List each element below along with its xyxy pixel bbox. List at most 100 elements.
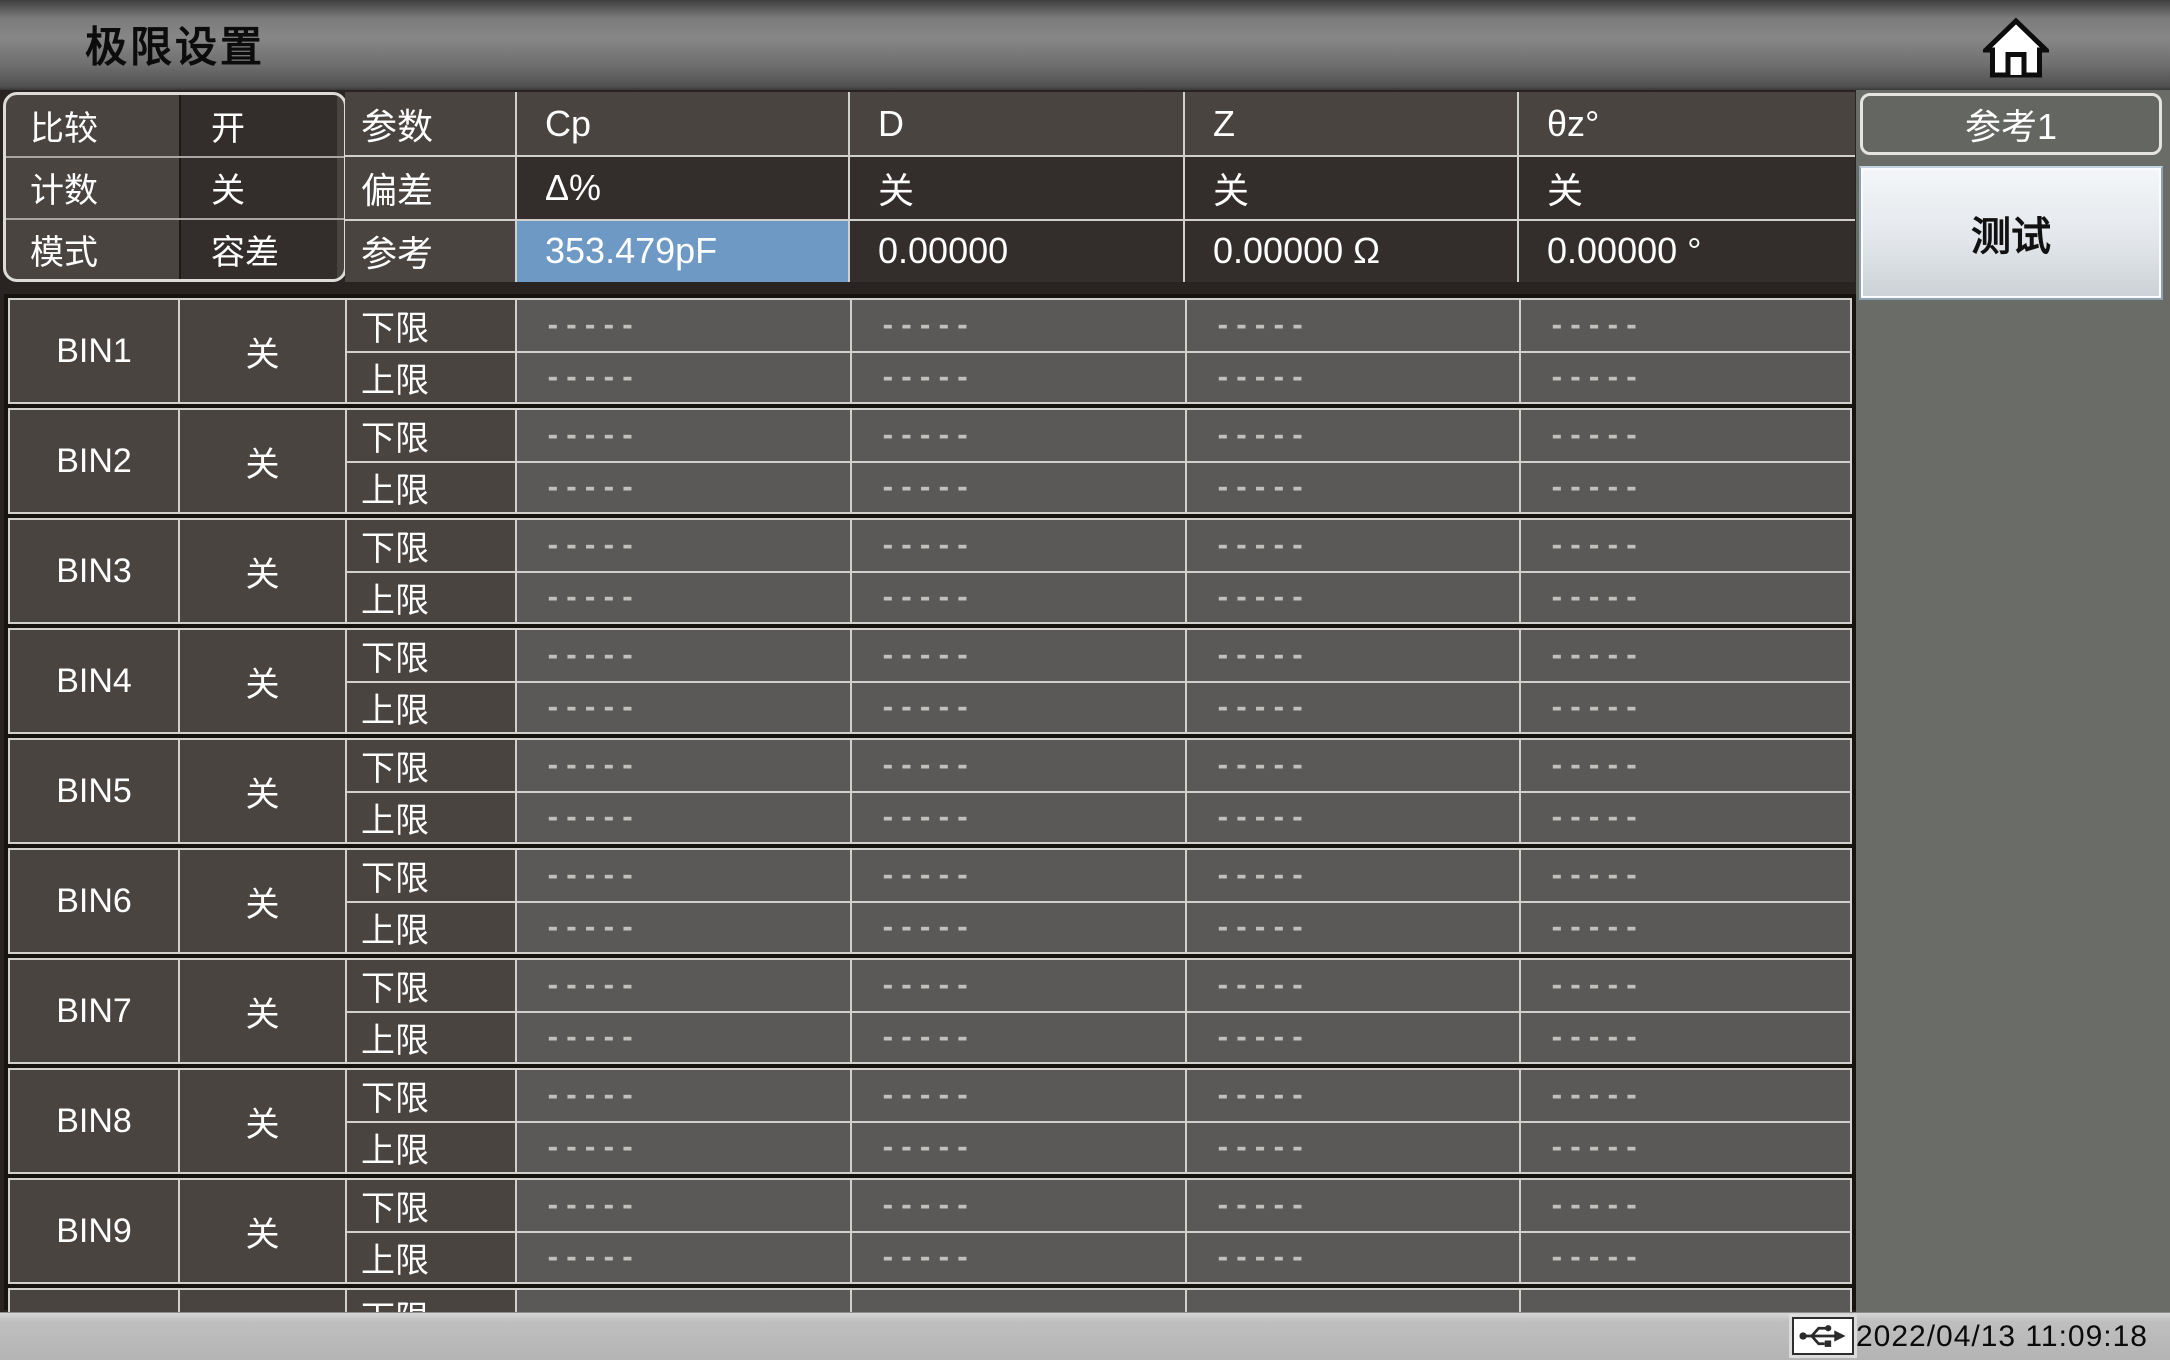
- bin-upper-theta-value[interactable]: -----: [1519, 681, 1850, 732]
- deviation-cell-z[interactable]: 关: [1183, 155, 1517, 219]
- bin-state[interactable]: 关: [178, 410, 345, 512]
- reference-cell-cp-selected[interactable]: 353.479pF: [515, 218, 848, 282]
- bin-upper-z-value[interactable]: -----: [1185, 571, 1519, 622]
- bin-lower-cp-value[interactable]: -----: [515, 300, 850, 351]
- bin-lower-cp-value[interactable]: -----: [515, 410, 850, 461]
- bin-lower-d-value[interactable]: -----: [850, 850, 1185, 901]
- bin-lower-cp-value[interactable]: -----: [515, 520, 850, 571]
- bin-upper-theta-value[interactable]: -----: [1519, 461, 1850, 512]
- bin-state[interactable]: 关: [178, 300, 345, 402]
- bin-lower-theta-value[interactable]: -----: [1519, 850, 1850, 901]
- bin-lower-z-value[interactable]: -----: [1185, 850, 1519, 901]
- mode-value[interactable]: 容差: [179, 219, 337, 279]
- bin-upper-cp-value[interactable]: -----: [515, 1011, 850, 1062]
- bin-lower-z-value[interactable]: -----: [1185, 1180, 1519, 1231]
- param-cell-z[interactable]: Z: [1183, 92, 1517, 156]
- count-value[interactable]: 关: [179, 158, 337, 218]
- bin-state[interactable]: 关: [178, 520, 345, 622]
- bin-upper-d-value[interactable]: -----: [850, 461, 1185, 512]
- bin-upper-d-value[interactable]: -----: [850, 1121, 1185, 1172]
- bin-lower-theta-value[interactable]: -----: [1519, 1180, 1850, 1231]
- param-cell-theta[interactable]: θz°: [1517, 92, 1855, 156]
- bin-state[interactable]: 关: [178, 850, 345, 952]
- bin-upper-theta-value[interactable]: -----: [1519, 1231, 1850, 1282]
- bin-upper-z-value[interactable]: -----: [1185, 1011, 1519, 1062]
- param-cell-cp[interactable]: Cp: [515, 92, 848, 156]
- reference-cell-d[interactable]: 0.00000: [848, 218, 1183, 282]
- bin-upper-z-value[interactable]: -----: [1185, 681, 1519, 732]
- bin-lower-z-value[interactable]: -----: [1185, 520, 1519, 571]
- bin-upper-z-value[interactable]: -----: [1185, 1231, 1519, 1282]
- bin-upper-z-value[interactable]: -----: [1185, 461, 1519, 512]
- bin-upper-cp-value[interactable]: -----: [515, 571, 850, 622]
- bin-lower-theta-value[interactable]: -----: [1519, 630, 1850, 681]
- bin-upper-d-value[interactable]: -----: [850, 351, 1185, 402]
- bin-lower-d-value[interactable]: -----: [850, 740, 1185, 791]
- bin-lower-cp-value[interactable]: -----: [515, 740, 850, 791]
- bin-upper-cp-value[interactable]: -----: [515, 901, 850, 952]
- bin-upper-d-value[interactable]: -----: [850, 571, 1185, 622]
- bin-lower-d-value[interactable]: -----: [850, 410, 1185, 461]
- bin-lower-theta-value[interactable]: -----: [1519, 300, 1850, 351]
- bin-upper-theta-value[interactable]: -----: [1519, 901, 1850, 952]
- bin-upper-z-value[interactable]: -----: [1185, 1121, 1519, 1172]
- bin-lower-cp-value[interactable]: -----: [515, 960, 850, 1011]
- bin-upper-z-value[interactable]: -----: [1185, 351, 1519, 402]
- bin-upper-theta-value[interactable]: -----: [1519, 791, 1850, 842]
- bin-lower-z-value[interactable]: -----: [1185, 960, 1519, 1011]
- bin-lower-cp-value[interactable]: -----: [515, 1070, 850, 1121]
- bin-lower-theta-value[interactable]: -----: [1519, 960, 1850, 1011]
- bin-lower-d-value[interactable]: -----: [850, 630, 1185, 681]
- bin-upper-theta-value[interactable]: -----: [1519, 1121, 1850, 1172]
- deviation-cell-d[interactable]: 关: [848, 155, 1183, 219]
- bin-state[interactable]: 关: [178, 630, 345, 732]
- param-cell-d[interactable]: D: [848, 92, 1183, 156]
- bin-lower-theta-value[interactable]: -----: [1519, 520, 1850, 571]
- bin-upper-cp-value[interactable]: -----: [515, 681, 850, 732]
- bin-lower-d-value[interactable]: -----: [850, 960, 1185, 1011]
- bin-lower-z-value[interactable]: -----: [1185, 410, 1519, 461]
- bin-upper-theta-value[interactable]: -----: [1519, 351, 1850, 402]
- bin-lower-label: 下限: [345, 850, 515, 901]
- home-button[interactable]: [1979, 17, 2053, 79]
- deviation-cell-cp[interactable]: Δ%: [515, 155, 848, 219]
- bin-lower-z-value[interactable]: -----: [1185, 630, 1519, 681]
- bin-upper-d-value[interactable]: -----: [850, 791, 1185, 842]
- bin-upper-d-value[interactable]: -----: [850, 1011, 1185, 1062]
- bin-state[interactable]: 关: [178, 1070, 345, 1172]
- bin-upper-d-value[interactable]: -----: [850, 1231, 1185, 1282]
- bin-upper-cp-value[interactable]: -----: [515, 351, 850, 402]
- bin-lower-z-value[interactable]: -----: [1185, 300, 1519, 351]
- bin-lower-d-value[interactable]: -----: [850, 1180, 1185, 1231]
- bin-upper-cp-value[interactable]: -----: [515, 1231, 850, 1282]
- bin-upper-z-value[interactable]: -----: [1185, 901, 1519, 952]
- bin-state[interactable]: 关: [178, 960, 345, 1062]
- deviation-cell-theta[interactable]: 关: [1517, 155, 1855, 219]
- bin-upper-d-value[interactable]: -----: [850, 681, 1185, 732]
- bin-lower-cp-value[interactable]: -----: [515, 630, 850, 681]
- reference-cell-theta[interactable]: 0.00000 °: [1517, 218, 1855, 282]
- test-button[interactable]: 测试: [1859, 166, 2163, 300]
- bin-lower-cp-value[interactable]: -----: [515, 850, 850, 901]
- bin-lower-z-value[interactable]: -----: [1185, 740, 1519, 791]
- bin-lower-d-value[interactable]: -----: [850, 300, 1185, 351]
- bin-upper-cp-value[interactable]: -----: [515, 1121, 850, 1172]
- bin-upper-z-value[interactable]: -----: [1185, 791, 1519, 842]
- bin-state[interactable]: 关: [178, 1180, 345, 1282]
- bin-upper-d-value[interactable]: -----: [850, 901, 1185, 952]
- bin-upper-theta-value[interactable]: -----: [1519, 571, 1850, 622]
- bin-lower-d-value[interactable]: -----: [850, 520, 1185, 571]
- reference-cell-z[interactable]: 0.00000 Ω: [1183, 218, 1517, 282]
- bin-upper-cp-value[interactable]: -----: [515, 461, 850, 512]
- bin-lower-theta-value[interactable]: -----: [1519, 740, 1850, 791]
- bin-upper-theta-value[interactable]: -----: [1519, 1011, 1850, 1062]
- compare-value[interactable]: 开: [179, 95, 337, 157]
- bin-lower-z-value[interactable]: -----: [1185, 1070, 1519, 1121]
- bin-state[interactable]: 关: [178, 740, 345, 842]
- bin-upper-cp-value[interactable]: -----: [515, 791, 850, 842]
- bin-lower-cp-value[interactable]: -----: [515, 1180, 850, 1231]
- reference-page-button[interactable]: 参考1: [1860, 93, 2162, 155]
- bin-lower-theta-value[interactable]: -----: [1519, 410, 1850, 461]
- bin-lower-theta-value[interactable]: -----: [1519, 1070, 1850, 1121]
- bin-lower-d-value[interactable]: -----: [850, 1070, 1185, 1121]
